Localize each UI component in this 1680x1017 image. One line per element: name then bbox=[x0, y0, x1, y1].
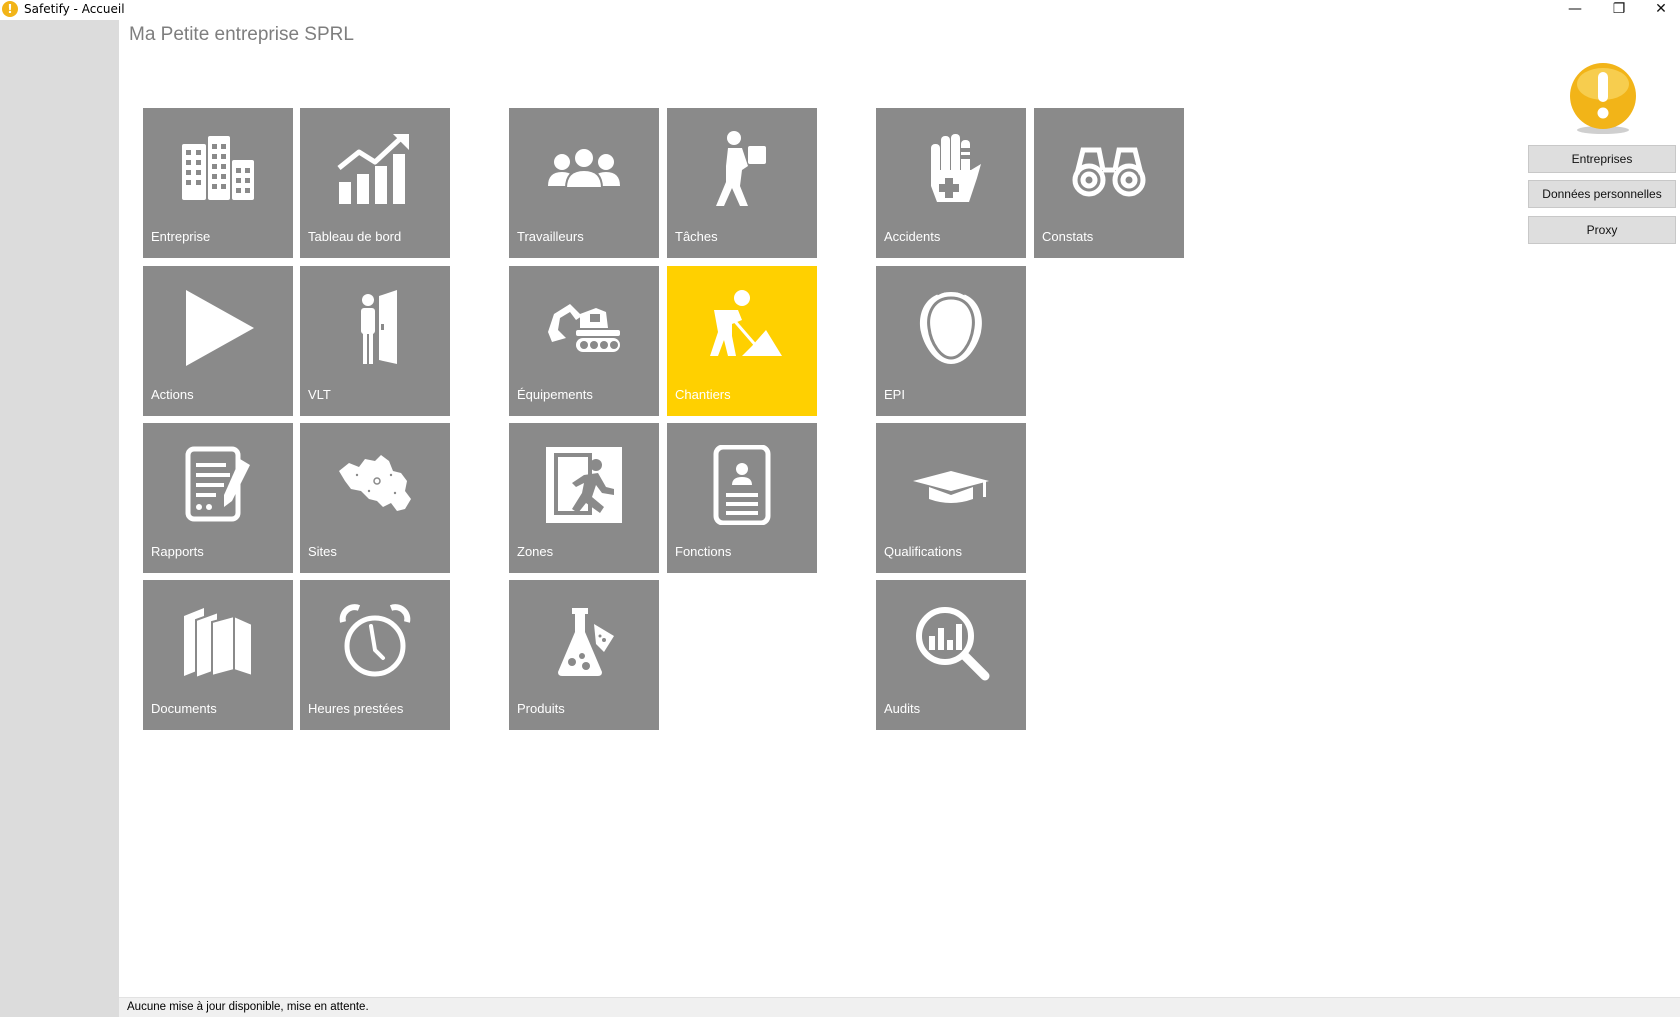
ear-protection-icon bbox=[920, 288, 982, 364]
books-icon bbox=[184, 608, 253, 680]
excavator-icon bbox=[548, 304, 620, 352]
exclamation-alert-icon[interactable] bbox=[1568, 62, 1638, 136]
tile-entreprise[interactable]: Entreprise bbox=[143, 108, 293, 258]
play-icon bbox=[186, 290, 254, 366]
tile-sites[interactable]: Sites bbox=[300, 423, 450, 573]
tile-equipements[interactable]: Équipements bbox=[509, 266, 659, 416]
app-logo-icon: ! bbox=[2, 1, 18, 17]
tile-audits[interactable]: Audits bbox=[876, 580, 1026, 730]
status-text: Aucune mise à jour disponible, mise en a… bbox=[127, 1001, 369, 1013]
tile-taches[interactable]: Tâches bbox=[667, 108, 817, 258]
tile-epi[interactable]: EPI bbox=[876, 266, 1026, 416]
entreprises-button[interactable]: Entreprises bbox=[1528, 145, 1676, 173]
tile-label: Entreprise bbox=[151, 229, 211, 244]
tile-produits[interactable]: Produits bbox=[509, 580, 659, 730]
tile-constats[interactable]: Constats bbox=[1034, 108, 1184, 258]
company-name: Ma Petite entreprise SPRL bbox=[129, 24, 354, 45]
tile-label: Actions bbox=[151, 387, 194, 402]
restore-button[interactable]: ❐ bbox=[1596, 0, 1642, 20]
buildings-icon bbox=[182, 136, 254, 200]
binoculars-icon bbox=[1072, 147, 1146, 197]
tile-label: Travailleurs bbox=[517, 229, 584, 244]
tile-label: VLT bbox=[308, 387, 331, 402]
worker-shoveling-icon bbox=[710, 290, 782, 356]
left-sidebar bbox=[0, 20, 119, 1017]
close-button[interactable]: ✕ bbox=[1638, 0, 1680, 20]
tile-label: Tableau de bord bbox=[308, 229, 402, 244]
tile-documents[interactable]: Documents bbox=[143, 580, 293, 730]
tile-zones[interactable]: Zones bbox=[509, 423, 659, 573]
alarm-clock-icon bbox=[339, 604, 411, 677]
tile-label: Audits bbox=[884, 701, 921, 716]
tile-label: EPI bbox=[884, 387, 905, 402]
id-badge-icon bbox=[713, 445, 771, 525]
tile-label: Équipements bbox=[517, 387, 593, 402]
tile-label: Chantiers bbox=[675, 387, 731, 402]
graduation-cap-icon bbox=[913, 471, 989, 503]
tile-label: Tâches bbox=[675, 229, 718, 244]
emergency-exit-icon bbox=[546, 447, 622, 523]
tile-tableau-de-bord[interactable]: Tableau de bord bbox=[300, 108, 450, 258]
tile-label: Sites bbox=[308, 544, 337, 559]
tile-label: Documents bbox=[151, 701, 217, 716]
tile-rapports[interactable]: Rapports bbox=[143, 423, 293, 573]
tile-actions[interactable]: Actions bbox=[143, 266, 293, 416]
chemical-flask-icon bbox=[558, 608, 614, 676]
tile-label: Fonctions bbox=[675, 544, 732, 559]
tile-travailleurs[interactable]: Travailleurs bbox=[509, 108, 659, 258]
tile-qualifications[interactable]: Qualifications bbox=[876, 423, 1026, 573]
minimize-button[interactable]: — bbox=[1552, 0, 1598, 20]
title-bar: ! Safetify - Accueil — ❐ ✕ bbox=[0, 0, 1680, 20]
tile-label: Qualifications bbox=[884, 544, 963, 559]
tile-label: Produits bbox=[517, 701, 565, 716]
tile-label: Constats bbox=[1042, 229, 1094, 244]
status-bar: Aucune mise à jour disponible, mise en a… bbox=[119, 997, 1680, 1017]
person-at-door-icon bbox=[361, 290, 397, 364]
tile-vlt[interactable]: VLT bbox=[300, 266, 450, 416]
people-group-icon bbox=[548, 147, 620, 189]
map-belgium-icon bbox=[339, 455, 411, 511]
tile-heures-prestees[interactable]: Heures prestées bbox=[300, 580, 450, 730]
worker-carrying-box-icon bbox=[716, 131, 766, 206]
tile-label: Heures prestées bbox=[308, 701, 404, 716]
magnifier-chart-icon bbox=[916, 607, 990, 681]
tile-label: Rapports bbox=[151, 544, 204, 559]
bandaged-hand-icon bbox=[931, 134, 981, 202]
proxy-button[interactable]: Proxy bbox=[1528, 216, 1676, 244]
report-pen-icon bbox=[185, 446, 250, 522]
donnees-personnelles-button[interactable]: Données personnelles bbox=[1528, 180, 1676, 208]
window-title: Safetify - Accueil bbox=[24, 2, 125, 16]
tile-accidents[interactable]: Accidents bbox=[876, 108, 1026, 258]
tile-fonctions[interactable]: Fonctions bbox=[667, 423, 817, 573]
tile-chantiers[interactable]: Chantiers bbox=[667, 266, 817, 416]
tile-label: Accidents bbox=[884, 229, 941, 244]
growth-chart-icon bbox=[337, 134, 409, 204]
tile-label: Zones bbox=[517, 544, 554, 559]
